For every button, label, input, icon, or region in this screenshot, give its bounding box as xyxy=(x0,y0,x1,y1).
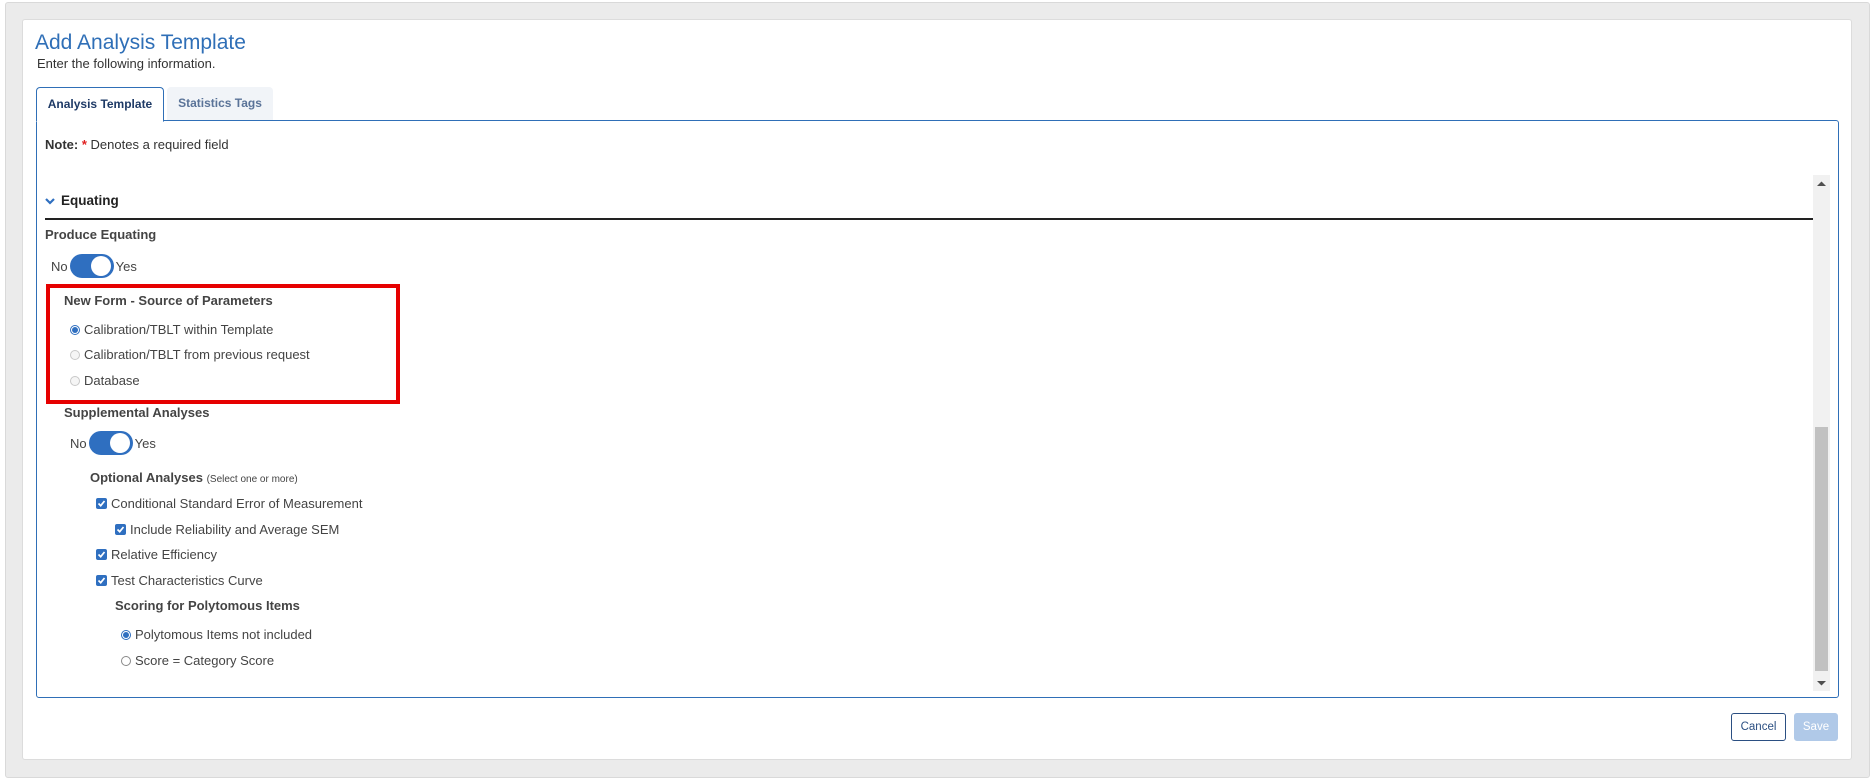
required-asterisk: * xyxy=(81,137,87,152)
radio-label: Calibration/TBLT from previous request xyxy=(84,347,310,362)
optional-analyses-label: Optional Analyses (Select one or more) xyxy=(90,470,298,485)
produce-equating-toggle[interactable] xyxy=(69,254,114,278)
scroll-up-arrow-icon[interactable] xyxy=(1813,175,1830,192)
checkbox-csem[interactable]: Conditional Standard Error of Measuremen… xyxy=(96,496,362,511)
radio-button[interactable] xyxy=(121,655,131,666)
page-title: Add Analysis Template xyxy=(35,31,246,54)
section-title: Equating xyxy=(61,193,119,208)
checkbox-reliability-sem[interactable]: Include Reliability and Average SEM xyxy=(115,522,339,537)
radio-button[interactable] xyxy=(70,375,80,386)
page-subtitle: Enter the following information. xyxy=(37,56,216,71)
radio-database[interactable]: Database xyxy=(70,373,140,388)
note-prefix: Note: xyxy=(45,137,79,152)
radio-button[interactable] xyxy=(70,349,80,360)
radio-button[interactable] xyxy=(70,324,80,335)
toggle-on-label: Yes xyxy=(134,435,156,451)
tab-statistics-tags[interactable]: Statistics Tags xyxy=(167,87,273,120)
scoring-polytomous-label: Scoring for Polytomous Items xyxy=(115,598,300,613)
radio-category-score[interactable]: Score = Category Score xyxy=(121,653,274,668)
vertical-scrollbar[interactable] xyxy=(1813,175,1830,691)
checkbox-label: Include Reliability and Average SEM xyxy=(130,522,340,537)
produce-equating-toggle-row: No Yes xyxy=(51,254,137,278)
form-scroll-area: Equating Produce Equating No Yes New For… xyxy=(45,175,1813,691)
save-button[interactable]: Save xyxy=(1794,713,1838,741)
produce-equating-label: Produce Equating xyxy=(45,227,157,242)
required-note: Note: * Denotes a required field xyxy=(45,137,229,152)
checkbox[interactable] xyxy=(96,575,107,586)
checkbox-label: Conditional Standard Error of Measuremen… xyxy=(111,496,363,511)
checkbox[interactable] xyxy=(96,549,107,560)
checkbox-test-characteristics-curve[interactable]: Test Characteristics Curve xyxy=(96,573,263,588)
chevron-down-icon xyxy=(45,198,55,205)
new-form-source-label: New Form - Source of Parameters xyxy=(64,293,273,308)
cancel-button[interactable]: Cancel xyxy=(1731,713,1786,741)
note-text: Denotes a required field xyxy=(90,137,229,152)
tab-analysis-template[interactable]: Analysis Template xyxy=(36,87,164,122)
radio-label: Calibration/TBLT within Template xyxy=(84,322,274,337)
radio-label: Database xyxy=(84,373,140,388)
radio-button[interactable] xyxy=(121,629,131,640)
checkbox[interactable] xyxy=(115,524,126,535)
checkbox-label: Relative Efficiency xyxy=(111,547,217,562)
radio-label: Score = Category Score xyxy=(135,653,275,668)
toggle-off-label: No xyxy=(70,435,87,451)
scrollbar-thumb[interactable] xyxy=(1815,427,1828,671)
checkbox-label: Test Characteristics Curve xyxy=(111,573,263,588)
radio-polytomous-not-included[interactable]: Polytomous Items not included xyxy=(121,627,312,642)
radio-label: Polytomous Items not included xyxy=(135,627,313,642)
optional-analyses-hint: (Select one or more) xyxy=(206,474,298,485)
section-header-equating[interactable]: Equating xyxy=(45,193,119,208)
section-divider xyxy=(45,218,1813,220)
toggle-on-label: Yes xyxy=(115,258,137,274)
checkbox[interactable] xyxy=(96,498,107,509)
supplemental-analyses-label: Supplemental Analyses xyxy=(64,405,210,420)
optional-analyses-title: Optional Analyses xyxy=(90,470,203,485)
toggle-off-label: No xyxy=(51,258,68,274)
radio-calibration-previous-request[interactable]: Calibration/TBLT from previous request xyxy=(70,347,310,362)
radio-calibration-within-template[interactable]: Calibration/TBLT within Template xyxy=(70,322,273,337)
checkbox-relative-efficiency[interactable]: Relative Efficiency xyxy=(96,547,217,562)
supplemental-toggle-row: No Yes xyxy=(70,431,156,455)
scroll-down-arrow-icon[interactable] xyxy=(1813,674,1830,691)
toggle-knob xyxy=(109,433,130,453)
supplemental-analyses-toggle[interactable] xyxy=(88,431,133,455)
toggle-knob xyxy=(90,256,111,276)
